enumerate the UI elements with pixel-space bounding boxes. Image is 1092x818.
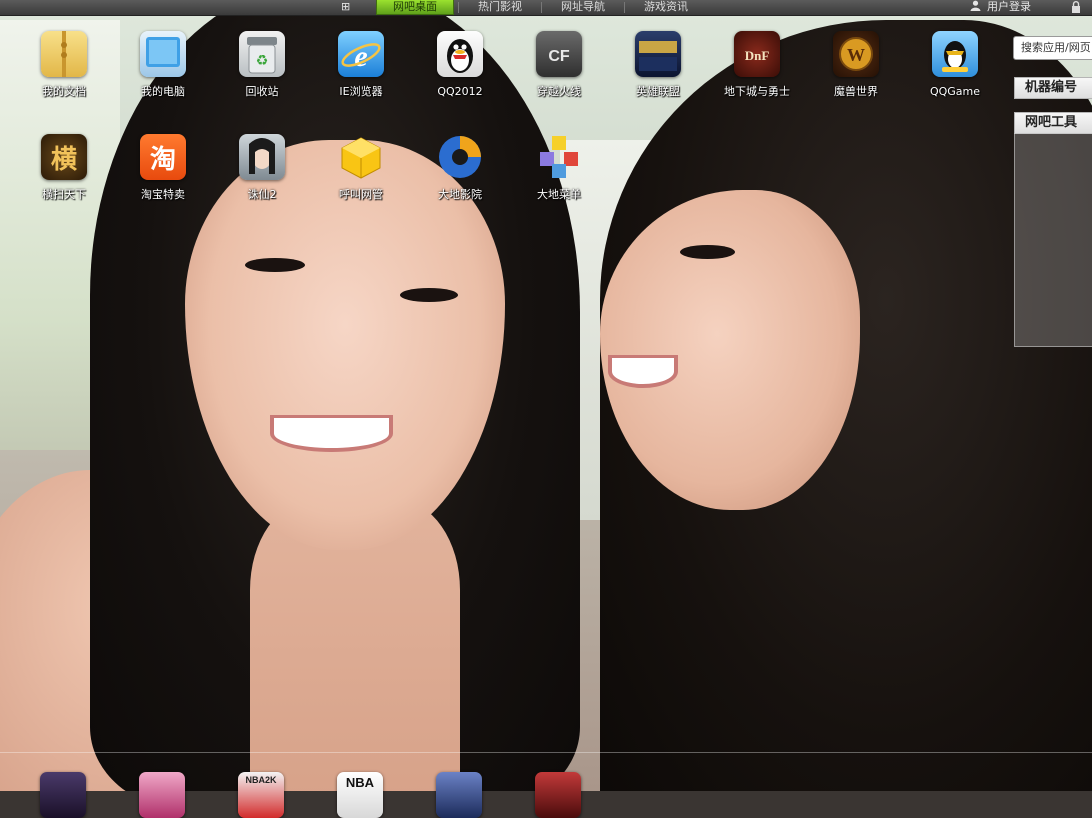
desktop-icon-recycle-bin[interactable]: ♻ 回收站 (216, 31, 308, 99)
user-icon (970, 0, 981, 11)
user-login-button[interactable]: 用户登录 (970, 0, 1031, 15)
search-input[interactable]: 搜索应用/网页 (1013, 36, 1092, 60)
tab-hot-videos[interactable]: 热门影视 (462, 0, 538, 15)
dock-icon-text: NBA (345, 775, 375, 790)
folder-icon (41, 31, 87, 77)
top-taskbar: ⊞ 网吧桌面 热门影视 网址导航 游戏资讯 用户登录 (0, 0, 1092, 16)
dock-divider (0, 752, 1092, 753)
tab-url-navigation[interactable]: 网址导航 (545, 0, 621, 15)
icon-label: 魔兽世界 (834, 85, 878, 98)
desktop-icon-zhuxian2[interactable]: 诛仙2 (216, 134, 308, 202)
desktop-icon-qq2012[interactable]: QQ2012 (414, 31, 506, 99)
lock-icon[interactable] (1070, 1, 1082, 13)
tab-netbar-desktop[interactable]: 网吧桌面 (376, 0, 454, 15)
svg-text:♻: ♻ (256, 53, 269, 69)
icon-label: QQ2012 (437, 85, 483, 98)
desktop-icon-dnf[interactable]: DnF 地下城与勇士 (711, 31, 803, 99)
netbar-tools-header[interactable]: 网吧工具 (1014, 112, 1092, 134)
qqgame-icon (932, 31, 978, 77)
netbar-tools-panel (1014, 133, 1092, 347)
computer-icon (140, 31, 186, 77)
desktop-icon-call-admin[interactable]: 呼叫网管 (315, 134, 407, 202)
recycle-bin-icon: ♻ (239, 31, 285, 77)
crossfire-icon: CF (536, 31, 582, 77)
desktop-icon-league-of-legends[interactable]: 英雄联盟 (612, 31, 704, 99)
icon-label: 横扫天下 (42, 188, 86, 201)
icon-label: 诛仙2 (247, 188, 277, 201)
svg-text:DnF: DnF (745, 48, 770, 63)
qq-penguin-icon (437, 31, 483, 77)
dadi-menu-icon (536, 134, 582, 180)
dock-icon-text: NBA2K (245, 775, 277, 785)
dock-game-icon-2[interactable] (139, 772, 185, 818)
desktop-icon-hengsao[interactable]: 横 横扫天下 (18, 134, 110, 202)
world-of-warcraft-icon: W (833, 31, 879, 77)
league-of-legends-icon (635, 31, 681, 77)
desktop-icon-world-of-warcraft[interactable]: W 魔兽世界 (810, 31, 902, 99)
desktop-icon-dadi-cinema[interactable]: 大地影院 (414, 134, 506, 202)
svg-text:CF: CF (548, 48, 570, 65)
desktop-icon-crossfire[interactable]: CF 穿越火线 (513, 31, 605, 99)
icon-label: 地下城与勇士 (724, 85, 790, 98)
login-label: 用户登录 (987, 0, 1031, 13)
tab-game-news[interactable]: 游戏资讯 (628, 0, 704, 15)
nba-icon[interactable]: NBA (337, 772, 383, 818)
svg-text:W: W (847, 45, 865, 65)
windows-logo-icon[interactable]: ⊞ (341, 0, 350, 13)
zhuxian-icon (239, 134, 285, 180)
call-admin-icon (338, 134, 384, 180)
icon-label: 英雄联盟 (636, 85, 680, 98)
icon-label: 呼叫网管 (339, 188, 383, 201)
hengsao-icon: 横 (41, 134, 87, 180)
nba2k-icon[interactable]: NBA2K (238, 772, 284, 818)
desktop-icon-dadi-menu[interactable]: 大地菜单 (513, 134, 605, 202)
taobao-glyph: 淘 (149, 144, 176, 175)
icon-label: 大地菜单 (537, 188, 581, 201)
desktop-icon-qqgame[interactable]: QQGame (909, 31, 1001, 99)
icon-label: 我的电脑 (141, 85, 185, 98)
icon-label: 我的文档 (42, 85, 86, 98)
desktop-icon-taobao[interactable]: 淘 淘宝特卖 (117, 134, 209, 202)
icon-label: 大地影院 (438, 188, 482, 201)
taobao-icon: 淘 (140, 134, 186, 180)
icon-label: 回收站 (245, 85, 279, 98)
dadi-cinema-icon (437, 134, 483, 180)
icon-label: IE浏览器 (339, 85, 383, 98)
desktop-icon-ie-browser[interactable]: e IE浏览器 (315, 31, 407, 99)
desktop-icon-my-documents[interactable]: 我的文档 (18, 31, 110, 99)
icon-label: 淘宝特卖 (141, 188, 185, 201)
desktop-wallpaper (0, 0, 1092, 791)
icon-label: QQGame (929, 85, 981, 98)
machine-number-header[interactable]: 机器编号 (1014, 77, 1092, 99)
dnf-icon: DnF (734, 31, 780, 77)
hengsao-glyph: 横 (50, 144, 77, 175)
desktop-icon-my-computer[interactable]: 我的电脑 (117, 31, 209, 99)
dock-game-icon-1[interactable] (40, 772, 86, 818)
icon-label: 穿越火线 (537, 85, 581, 98)
dock-game-icon-6[interactable] (535, 772, 581, 818)
dock-game-icon-5[interactable] (436, 772, 482, 818)
ie-browser-icon: e (338, 31, 384, 77)
